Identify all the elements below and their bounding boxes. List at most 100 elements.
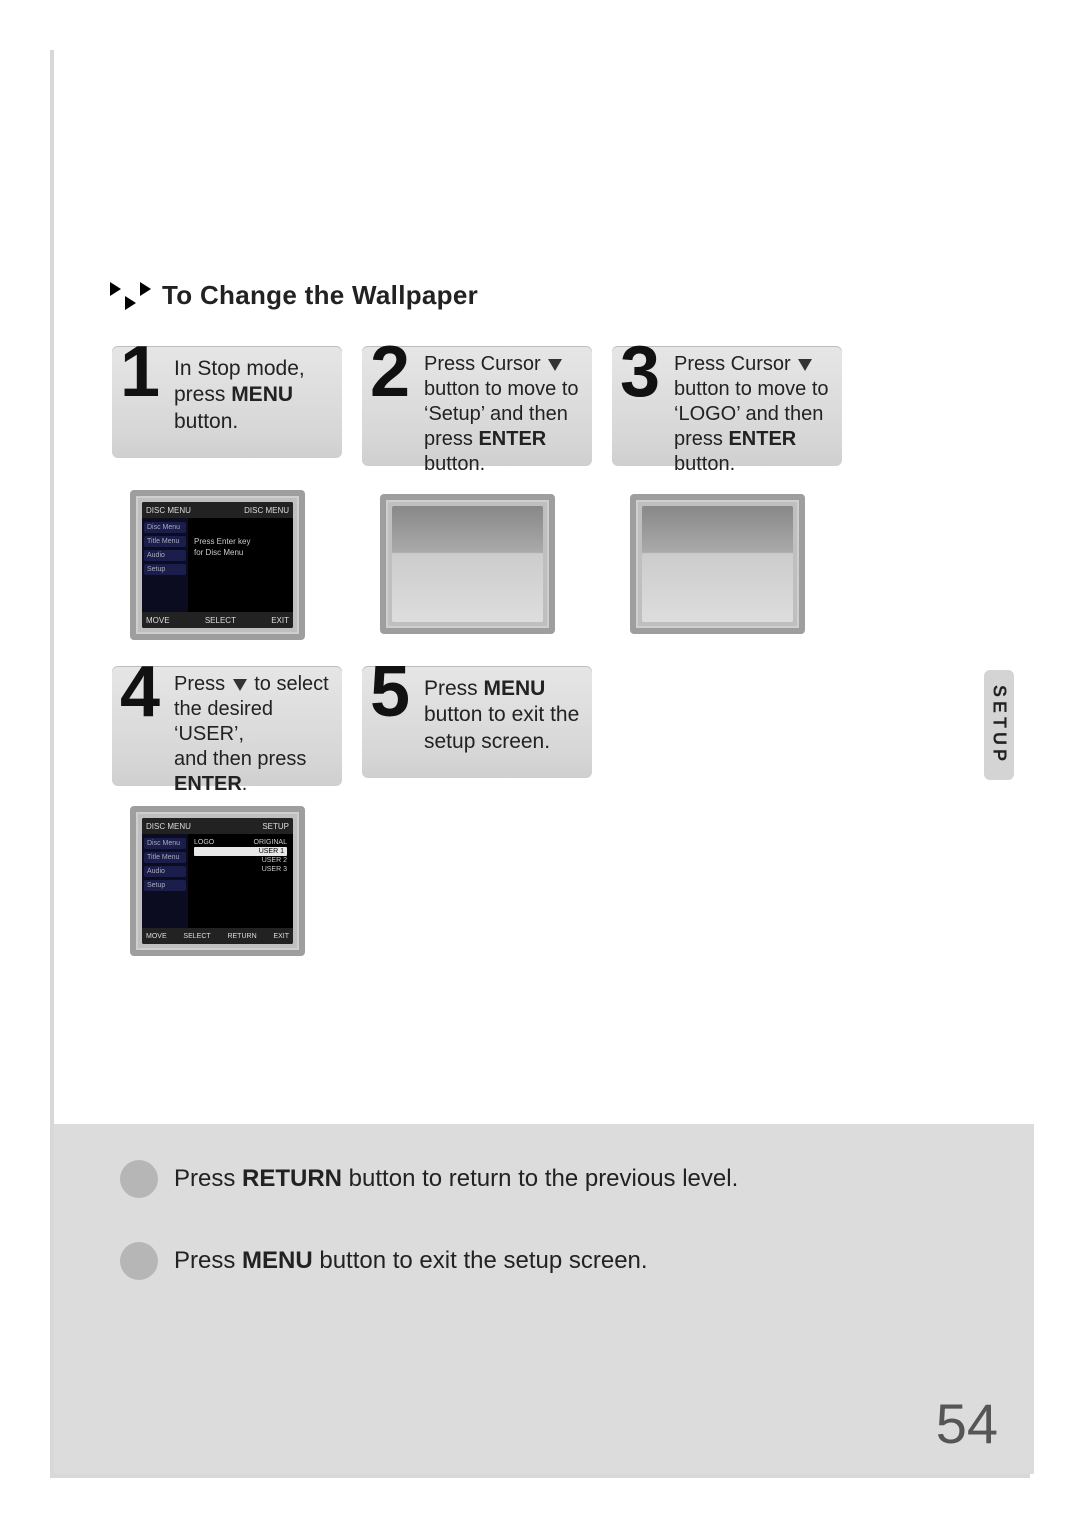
step-line: and then press bbox=[174, 748, 306, 770]
menu-label: MENU bbox=[484, 677, 546, 700]
osd-label: DISC MENU bbox=[146, 822, 191, 831]
osd-hint: MOVE bbox=[146, 933, 167, 940]
osd-bottom-bar: MOVE SELECT RETURN EXIT bbox=[142, 928, 293, 944]
osd-hint: SELECT bbox=[183, 933, 210, 940]
osd-hint: MOVE bbox=[146, 616, 170, 625]
step-line: Press bbox=[424, 677, 484, 700]
return-label: RETURN bbox=[242, 1165, 342, 1192]
step-line: press bbox=[424, 428, 478, 450]
osd-text: Press Enter key bbox=[194, 537, 250, 546]
step-line: button. bbox=[174, 410, 238, 433]
osd-label: DISC MENU bbox=[244, 506, 289, 515]
step-line: Press Cursor bbox=[674, 353, 791, 375]
step-line: Press bbox=[174, 673, 231, 695]
bullet-dot-icon bbox=[120, 1242, 158, 1280]
osd-message: Press Enter key for Disc Menu bbox=[194, 536, 250, 558]
screenshot-step3 bbox=[630, 494, 805, 634]
osd-menu-item: Disc Menu bbox=[144, 838, 186, 849]
content-area: To Change the Wallpaper 1 In Stop mode, … bbox=[54, 50, 1030, 1474]
step-4-box: 4 Press to select the desired ‘USER’, an… bbox=[112, 666, 342, 786]
osd-menu-item: Setup bbox=[144, 880, 186, 891]
side-tab-setup: SETUP bbox=[984, 670, 1014, 780]
step-text: Press MENU button to exit the setup scre… bbox=[424, 676, 586, 755]
note-line-menu: Press MENU button to exit the setup scre… bbox=[120, 1242, 984, 1280]
note-fragment: Press bbox=[174, 1247, 242, 1274]
step-text: Press Cursor button to move to ‘Setup’ a… bbox=[424, 352, 586, 477]
osd-menu-item: Disc Menu bbox=[144, 522, 186, 533]
footer-panel: Press RETURN button to return to the pre… bbox=[54, 1124, 1034, 1474]
screenshot-scene bbox=[392, 506, 543, 622]
step-line: button to exit the bbox=[424, 703, 579, 726]
step-text: Press Cursor button to move to ‘LOGO’ an… bbox=[674, 352, 836, 477]
menu-label: MENU bbox=[242, 1247, 313, 1274]
screenshot-step2 bbox=[380, 494, 555, 634]
screenshot-scene bbox=[642, 506, 793, 622]
step-line: setup screen. bbox=[424, 730, 550, 753]
section-title: To Change the Wallpaper bbox=[162, 280, 478, 311]
step-line: press bbox=[674, 428, 728, 450]
step-5-box: 5 Press MENU button to exit the setup sc… bbox=[362, 666, 592, 778]
osd-menu-item: Setup bbox=[144, 564, 186, 575]
osd-option: ORIGINAL bbox=[254, 839, 287, 846]
note-line-return: Press RETURN button to return to the pre… bbox=[120, 1160, 984, 1198]
menu-label: MENU bbox=[231, 383, 293, 406]
screenshot-step4: DISC MENU SETUP Disc Menu Title Menu Aud… bbox=[130, 806, 305, 956]
osd-option: USER 2 bbox=[262, 857, 287, 864]
step-line: ‘Setup’ and then bbox=[424, 403, 568, 425]
step-line: to select bbox=[249, 673, 329, 695]
step-text: In Stop mode, press MENU button. bbox=[174, 356, 336, 435]
osd-menu-item: Title Menu bbox=[144, 852, 186, 863]
osd-menu-item: Audio bbox=[144, 550, 186, 561]
osd-col-label: LOGO bbox=[194, 839, 214, 846]
step-3-box: 3 Press Cursor button to move to ‘LOGO’ … bbox=[612, 346, 842, 466]
osd-hint: EXIT bbox=[271, 616, 289, 625]
osd-side-menu: Disc Menu Title Menu Audio Setup bbox=[142, 834, 188, 928]
osd-menu-item: Title Menu bbox=[144, 536, 186, 547]
osd-label: SETUP bbox=[262, 822, 289, 831]
osd-label: DISC MENU bbox=[146, 506, 191, 515]
screenshot-step1: DISC MENU DISC MENU Disc Menu Title Menu… bbox=[130, 490, 305, 640]
osd-hint: RETURN bbox=[227, 933, 256, 940]
arrow-bullet-icon bbox=[108, 282, 152, 310]
bullet-dot-icon bbox=[120, 1160, 158, 1198]
step-number: 1 bbox=[120, 336, 160, 408]
osd-side-menu: Disc Menu Title Menu Audio Setup bbox=[142, 518, 188, 612]
step-number: 5 bbox=[370, 656, 410, 728]
note-fragment: button to return to the previous level. bbox=[342, 1165, 738, 1192]
step-number: 3 bbox=[620, 336, 660, 408]
note-fragment: Press bbox=[174, 1165, 242, 1192]
step-text: Press to select the desired ‘USER’, and … bbox=[174, 672, 336, 797]
cursor-down-icon bbox=[548, 359, 562, 371]
osd-bottom-bar: MOVE SELECT EXIT bbox=[142, 612, 293, 628]
osd-menu-item: Audio bbox=[144, 866, 186, 877]
step-line: button. bbox=[674, 453, 735, 475]
step-line: In Stop mode, bbox=[174, 357, 305, 380]
osd-hint: EXIT bbox=[273, 933, 289, 940]
step-1-box: 1 In Stop mode, press MENU button. bbox=[112, 346, 342, 458]
note-text: Press RETURN button to return to the pre… bbox=[174, 1165, 738, 1193]
enter-label: ENTER bbox=[478, 428, 546, 450]
osd-top-bar: DISC MENU SETUP bbox=[142, 818, 293, 834]
osd-top-bar: DISC MENU DISC MENU bbox=[142, 502, 293, 518]
cursor-down-icon bbox=[798, 359, 812, 371]
step-line: button to move to bbox=[674, 378, 829, 400]
step-line: button to move to bbox=[424, 378, 579, 400]
osd-option-selected: USER 1 bbox=[259, 848, 284, 855]
step-line: Press Cursor bbox=[424, 353, 541, 375]
step-line: the desired ‘USER’, bbox=[174, 698, 273, 745]
note-fragment: button to exit the setup screen. bbox=[313, 1247, 648, 1274]
cursor-down-icon bbox=[233, 679, 247, 691]
page-number: 54 bbox=[936, 1391, 998, 1456]
step-number: 2 bbox=[370, 336, 410, 408]
step-line: button. bbox=[424, 453, 485, 475]
note-text: Press MENU button to exit the setup scre… bbox=[174, 1247, 648, 1275]
step-line: press bbox=[174, 383, 231, 406]
enter-label: ENTER bbox=[728, 428, 796, 450]
section-header: To Change the Wallpaper bbox=[108, 280, 478, 311]
osd-text: for Disc Menu bbox=[194, 548, 243, 557]
step-2-box: 2 Press Cursor button to move to ‘Setup’… bbox=[362, 346, 592, 466]
osd-options: LOGO ORIGINAL USER 1 USER 2 USER 3 bbox=[194, 838, 287, 874]
manual-page: To Change the Wallpaper 1 In Stop mode, … bbox=[50, 50, 1030, 1478]
osd-option: USER 3 bbox=[262, 866, 287, 873]
enter-label: ENTER bbox=[174, 773, 242, 795]
